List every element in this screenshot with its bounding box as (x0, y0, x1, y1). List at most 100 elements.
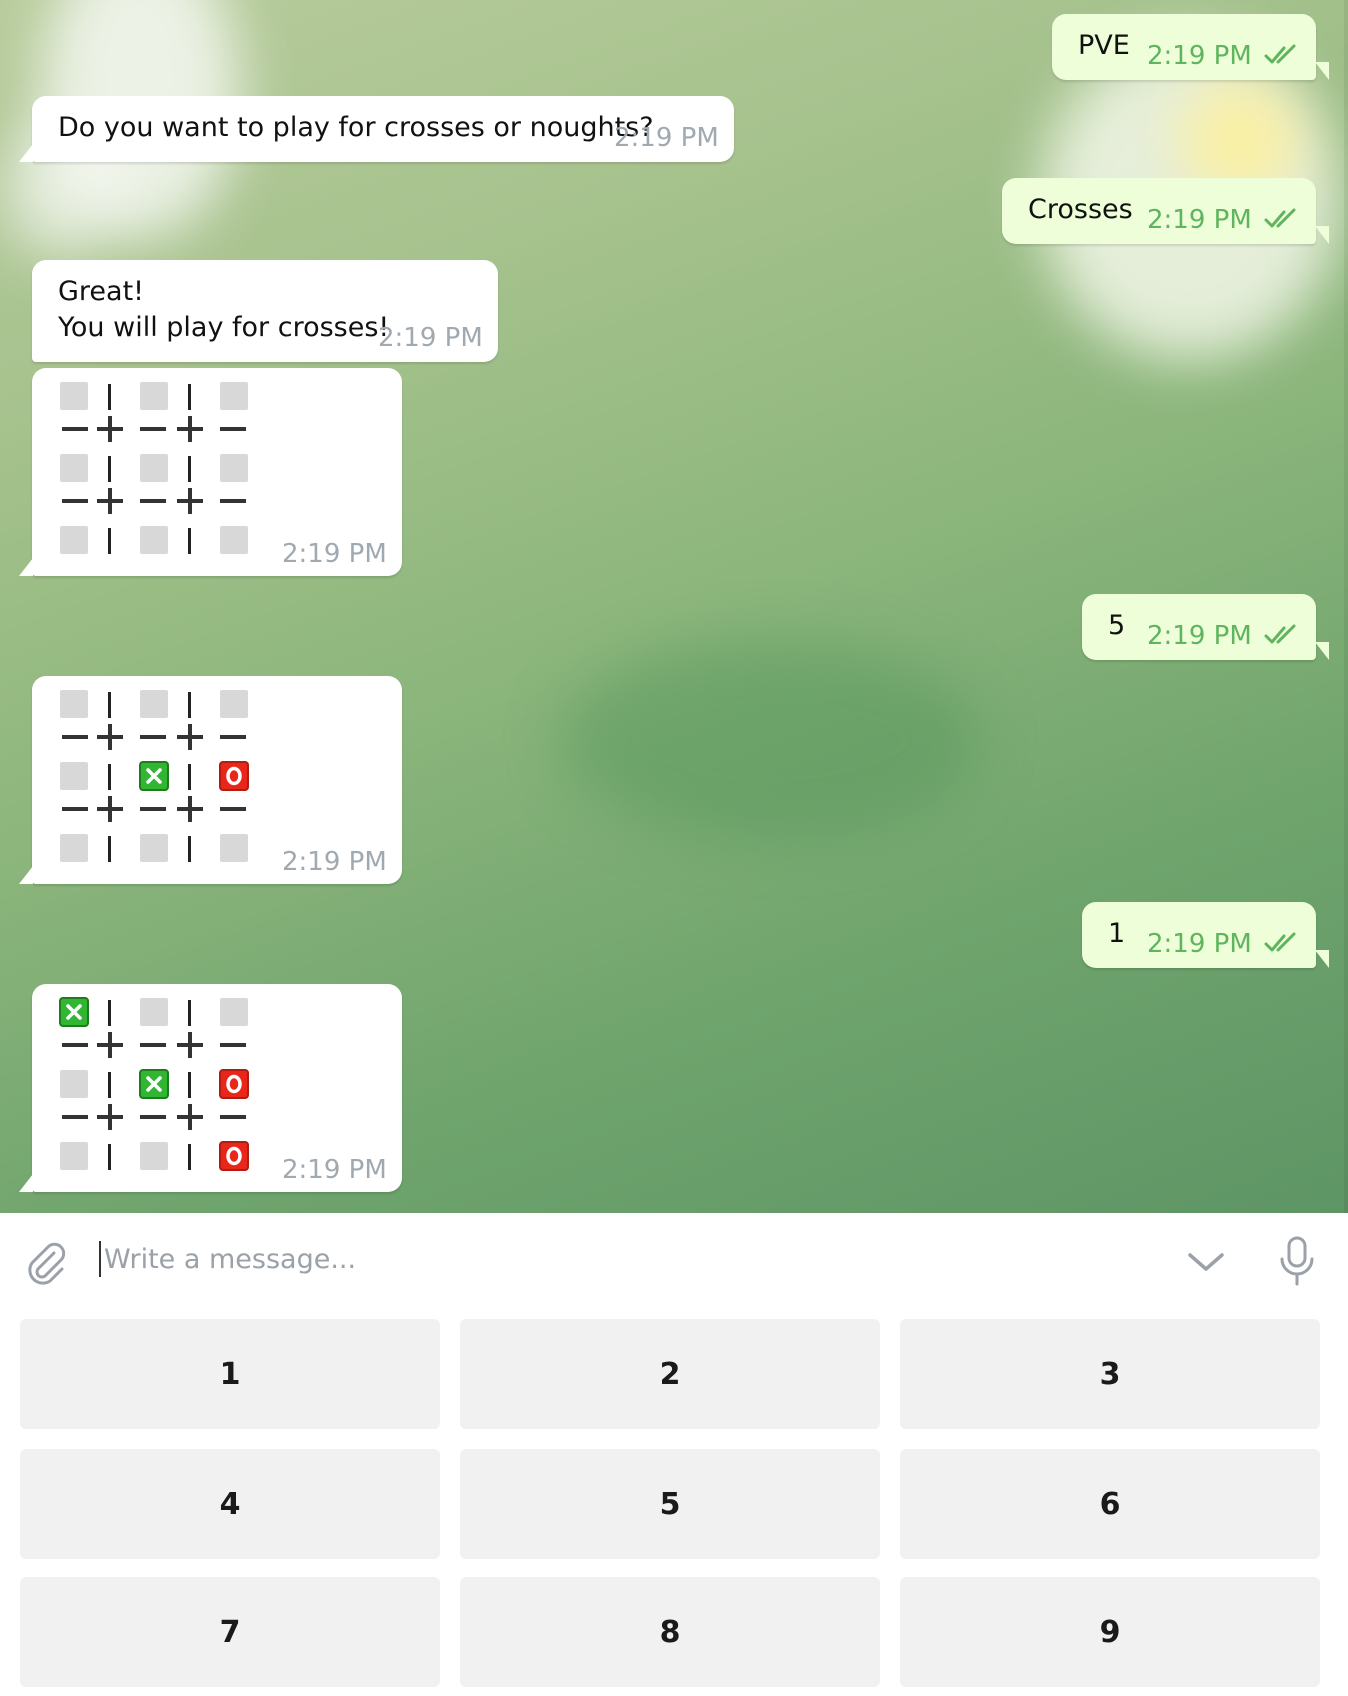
tic-tac-toe-board (60, 382, 260, 554)
keyboard-button-8[interactable]: 8 (460, 1577, 880, 1687)
message-time: 2:19 PM (1147, 929, 1252, 959)
bubble-tail (19, 144, 33, 162)
column-separator (188, 456, 191, 482)
keyboard-button-9[interactable]: 9 (900, 1577, 1320, 1687)
column-separator (188, 836, 191, 862)
background-stem (560, 640, 980, 840)
empty-cell (60, 690, 88, 718)
read-ticks-icon (1264, 932, 1296, 952)
column-separator (108, 1144, 111, 1170)
read-ticks-icon (1264, 624, 1296, 644)
column-separator (108, 1072, 111, 1098)
column-separator (188, 528, 191, 554)
keyboard-button-2[interactable]: 2 (460, 1319, 880, 1429)
row-separator (220, 1115, 246, 1119)
column-separator (188, 384, 191, 410)
row-separator (62, 1115, 88, 1119)
message-time: 2:19 PM (282, 1155, 387, 1185)
column-separator (188, 1144, 191, 1170)
bubble-tail (1315, 226, 1329, 244)
empty-cell (60, 454, 88, 482)
keyboard-button-7[interactable]: 7 (20, 1577, 440, 1687)
cross-mark (59, 997, 89, 1027)
message-text-line: Great! (58, 276, 144, 307)
cross-mark (139, 1069, 169, 1099)
row-separator (140, 1115, 166, 1119)
row-separator (140, 735, 166, 739)
row-separator (140, 1043, 166, 1047)
empty-cell (140, 998, 168, 1026)
keyboard-button-4[interactable]: 4 (20, 1449, 440, 1559)
outgoing-message[interactable]: Crosses 2:19 PM (1002, 178, 1329, 244)
empty-cell (140, 454, 168, 482)
message-time: 2:19 PM (1147, 41, 1252, 71)
empty-cell (220, 454, 248, 482)
row-separator (220, 427, 246, 431)
empty-cell (220, 834, 248, 862)
message-time: 2:19 PM (1147, 205, 1252, 235)
empty-cell (220, 690, 248, 718)
keyboard-button-5[interactable]: 5 (460, 1449, 880, 1559)
bubble-tail (1315, 642, 1329, 660)
nought-mark (219, 1141, 249, 1171)
message-text: PVE (1078, 30, 1130, 61)
board-message[interactable]: 2:19 PM (19, 984, 402, 1192)
nought-mark (219, 761, 249, 791)
incoming-message[interactable]: Do you want to play for crosses or nough… (19, 96, 734, 162)
text-cursor (99, 1241, 101, 1277)
tic-tac-toe-board (59, 997, 260, 1171)
column-separator (108, 528, 111, 554)
separator-cross (177, 1104, 203, 1130)
row-separator (140, 807, 166, 811)
board-message[interactable]: 2:19 PM (19, 676, 402, 884)
incoming-message[interactable]: Great! You will play for crosses! 2:19 P… (32, 260, 498, 362)
keyboard-button-1[interactable]: 1 (20, 1319, 440, 1429)
message-text-line: You will play for crosses! (58, 312, 390, 343)
microphone-icon[interactable] (1278, 1235, 1316, 1287)
message-time: 2:19 PM (614, 123, 719, 153)
read-ticks-icon (1264, 208, 1296, 228)
cross-mark (139, 761, 169, 791)
read-ticks-icon (1264, 44, 1296, 64)
chevron-down-icon[interactable] (1186, 1249, 1226, 1275)
column-separator (108, 456, 111, 482)
empty-cell (60, 762, 88, 790)
row-separator (220, 807, 246, 811)
message-text: Do you want to play for crosses or nough… (58, 112, 654, 143)
column-separator (188, 1072, 191, 1098)
column-separator (188, 692, 191, 718)
chat-history[interactable]: PVE 2:19 PM Do you want to play for cros… (0, 0, 1348, 1213)
row-separator (62, 807, 88, 811)
bubble-tail (1315, 62, 1329, 80)
separator-cross (177, 416, 203, 442)
outgoing-message[interactable]: 1 2:19 PM (1082, 902, 1329, 968)
row-separator (62, 427, 88, 431)
keyboard-button-3[interactable]: 3 (900, 1319, 1320, 1429)
chat-scrollbar[interactable] (1344, 0, 1348, 1213)
separator-cross (177, 796, 203, 822)
reply-keyboard: 1 2 3 4 5 6 7 8 9 (0, 1307, 1348, 1696)
bubble-tail (19, 1174, 33, 1192)
empty-cell (220, 998, 248, 1026)
message-composer (0, 1213, 1348, 1307)
message-time: 2:19 PM (282, 539, 387, 569)
column-separator (108, 1000, 111, 1026)
bubble-tail (19, 866, 33, 884)
column-separator (188, 1000, 191, 1026)
empty-cell (140, 834, 168, 862)
empty-cell (140, 382, 168, 410)
empty-cell (60, 526, 88, 554)
separator-cross (97, 488, 123, 514)
message-input[interactable] (104, 1235, 1154, 1283)
row-separator (62, 1043, 88, 1047)
outgoing-message[interactable]: 5 2:19 PM (1082, 594, 1329, 660)
outgoing-message[interactable]: PVE 2:19 PM (1052, 14, 1329, 80)
paperclip-icon[interactable] (24, 1241, 68, 1285)
empty-cell (220, 526, 248, 554)
row-separator (62, 499, 88, 503)
bubble-tail (1315, 950, 1329, 968)
row-separator (220, 1043, 246, 1047)
message-time: 2:19 PM (378, 323, 483, 353)
board-message[interactable]: 2:19 PM (19, 368, 402, 576)
keyboard-button-6[interactable]: 6 (900, 1449, 1320, 1559)
